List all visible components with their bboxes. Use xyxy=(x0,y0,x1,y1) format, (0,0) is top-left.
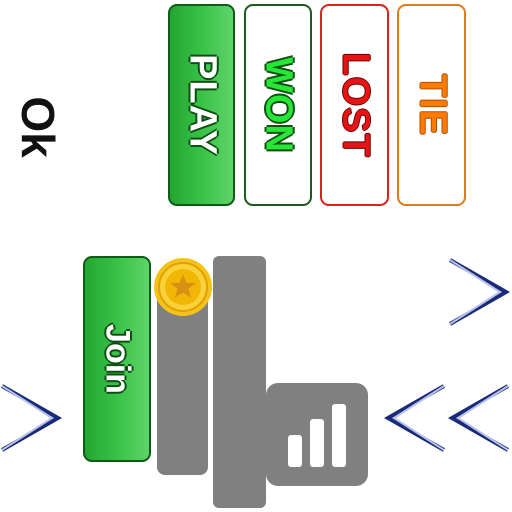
join-button-label: Join xyxy=(98,324,137,394)
ok-text: Ok xyxy=(12,96,64,158)
tab-lost-label: LOST xyxy=(334,52,376,158)
tab-won[interactable]: WON xyxy=(244,4,312,206)
tab-tie[interactable]: TIE xyxy=(397,4,466,206)
join-button[interactable]: Join xyxy=(83,256,151,462)
chevron-right-icon[interactable] xyxy=(448,256,512,328)
tab-play-label: PLAY xyxy=(181,54,223,156)
tab-won-label: WON xyxy=(257,57,300,153)
tab-play[interactable]: PLAY xyxy=(168,4,235,206)
chevron-right-icon[interactable] xyxy=(0,382,64,454)
bar-chart-icon xyxy=(288,404,346,467)
tab-tie-label: TIE xyxy=(411,73,453,137)
stats-button[interactable] xyxy=(266,383,368,486)
star-coin-icon[interactable] xyxy=(153,257,213,317)
slider-track[interactable] xyxy=(213,256,266,508)
tab-lost[interactable]: LOST xyxy=(320,4,389,206)
ok-label: Ok xyxy=(0,68,76,186)
double-chevron-left-icon[interactable] xyxy=(383,382,512,454)
